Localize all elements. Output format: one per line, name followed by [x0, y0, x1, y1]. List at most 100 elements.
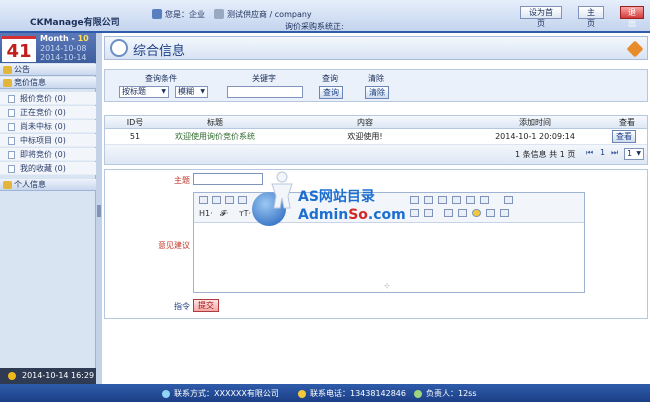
company-name: CKManage有限公司: [30, 18, 120, 28]
prev-page-icon[interactable]: ⏮: [586, 148, 593, 158]
unordered-list-icon[interactable]: [424, 196, 433, 204]
redo-icon[interactable]: [238, 196, 247, 204]
info-icon: [110, 39, 128, 57]
table-icon[interactable]: [444, 209, 453, 217]
month-label: Month - 10: [40, 34, 89, 43]
footer-phone: 联系电话：13438142846: [298, 388, 406, 399]
flash-icon[interactable]: [424, 209, 433, 217]
keyword-input[interactable]: [227, 86, 303, 98]
system-label: 询价采购系统正:: [285, 22, 344, 31]
person-small-icon: [414, 389, 422, 398]
main-page-button[interactable]: 主页: [578, 6, 604, 28]
sidebar-section-bidding[interactable]: 竞价信息: [0, 77, 96, 89]
indent-icon[interactable]: [452, 196, 461, 204]
phone-icon: [298, 389, 306, 398]
suggestion-label: 意见建议: [158, 241, 190, 250]
special-char-icon[interactable]: [500, 209, 509, 217]
watermark-url: AdminSo.com: [298, 207, 406, 223]
top-bar: CKManage有限公司 您是：企业 测试供应商 / company 询价采购系…: [0, 0, 650, 33]
document-icon: [8, 109, 15, 117]
col-time: 添加时间: [519, 118, 551, 127]
footer-person: 负责人：12ss: [414, 388, 477, 399]
outdent-icon[interactable]: [438, 196, 447, 204]
ordered-list-icon[interactable]: [410, 196, 419, 204]
date-panel: 41 Month - 10 2014-10-08 2014-10-14: [0, 33, 96, 63]
field-select[interactable]: 按标题: [119, 86, 169, 98]
search-label: 查询: [322, 74, 338, 83]
print-icon[interactable]: [212, 196, 221, 204]
sidebar-item-favorites[interactable]: 我的收藏 (0): [0, 162, 96, 175]
font-dropdown[interactable]: 𝓕·: [220, 209, 228, 219]
row-id: 51: [129, 132, 141, 141]
sidebar-item-ongoing[interactable]: 正在竞价 (0): [0, 106, 96, 119]
sidebar-item-upcoming[interactable]: 即将竞价 (0): [0, 148, 96, 161]
next-page-icon[interactable]: ⏭: [611, 148, 618, 158]
submit-button[interactable]: 提交: [193, 299, 219, 312]
sidebar-item-quote-bidding[interactable]: 报价竞价 (0): [0, 92, 96, 105]
resize-grip-icon[interactable]: ⊹: [384, 282, 390, 290]
row-content: 欢迎使用!: [347, 132, 383, 141]
document-icon: [8, 137, 15, 145]
image-icon[interactable]: [410, 209, 419, 217]
folder-icon: [3, 66, 12, 74]
folder-icon: [3, 181, 12, 189]
superscript-icon[interactable]: [480, 196, 489, 204]
document-icon: [8, 151, 15, 159]
site-watermark: AS网站目录 AdminSo.com: [250, 166, 410, 238]
page-header: 综合信息: [104, 36, 648, 60]
collapse-handle[interactable]: [97, 205, 101, 217]
role-label: 您是：企业: [165, 9, 205, 19]
heading-dropdown[interactable]: H1·: [199, 209, 213, 218]
subscript-icon[interactable]: [466, 196, 475, 204]
hr-icon[interactable]: [458, 209, 467, 217]
undo-icon[interactable]: [225, 196, 234, 204]
row-title[interactable]: 欢迎使用询价竞价系统: [165, 129, 265, 145]
condition-label: 查询条件: [145, 74, 177, 83]
footer-contact: 联系方式：XXXXXX有限公司: [162, 388, 279, 399]
date-start: 2014-10-08: [40, 44, 87, 53]
link-icon[interactable]: [486, 209, 495, 217]
date-end: 2014-10-14: [40, 53, 87, 62]
pager-info: 1 条信息 共 1 页: [515, 150, 576, 159]
sidebar-item-not-won[interactable]: 尚未中标 (0): [0, 120, 96, 133]
keyword-label: 关键字: [252, 74, 276, 83]
page-title: 综合信息: [133, 44, 186, 59]
table-row: 51 欢迎使用询价竞价系统 欢迎使用! 2014-10-1 20:09:14 查…: [105, 129, 647, 145]
table-header: ID号 标题 内容 添加时间 查看: [105, 116, 647, 129]
user-info: 您是：企业 测试供应商 / company 询价采购系统正:: [152, 8, 344, 31]
clear-label: 清除: [368, 74, 384, 83]
pager: 1 条信息 共 1 页 ⏮ 1 ⏭ 1: [105, 145, 647, 164]
sidebar-section-announcement[interactable]: 公告: [0, 64, 96, 76]
clear-button[interactable]: 清除: [365, 86, 389, 99]
sidebar-item-won[interactable]: 中标项目 (0): [0, 134, 96, 147]
command-label: 指令: [174, 302, 190, 311]
col-title: 标题: [207, 118, 223, 127]
logout-button[interactable]: 退出: [620, 6, 644, 28]
sidebar-section-personal[interactable]: 个人信息: [0, 179, 96, 191]
page-select[interactable]: 1: [624, 148, 644, 160]
globe-small-icon: [162, 389, 170, 398]
settings-icon[interactable]: [626, 40, 644, 58]
sidebar: 41 Month - 10 2014-10-08 2014-10-14 公告 竞…: [0, 33, 96, 384]
match-mode-select[interactable]: 模糊: [175, 86, 208, 98]
current-page: 1: [600, 148, 606, 157]
watermark-title: AS网站目录: [298, 189, 375, 205]
row-time: 2014-10-1 20:09:14: [495, 132, 575, 141]
company-icon: [214, 9, 224, 19]
view-button[interactable]: 查看: [612, 130, 636, 143]
emoticon-icon[interactable]: [472, 209, 481, 217]
document-icon: [8, 165, 15, 173]
person-icon: [271, 171, 293, 209]
supplier-label: 测试供应商 / company: [227, 9, 312, 19]
info-table: ID号 标题 内容 添加时间 查看 51 欢迎使用询价竞价系统 欢迎使用! 20…: [104, 115, 648, 165]
footer: 联系方式：XXXXXX有限公司 联系电话：13438142846 负责人：12s…: [0, 384, 650, 402]
set-homepage-button[interactable]: 设为首页: [520, 6, 562, 28]
folder-open-icon: [3, 79, 12, 87]
document-icon: [8, 95, 15, 103]
calendar-day: 41: [2, 36, 36, 62]
search-button[interactable]: 查询: [319, 86, 343, 99]
source-icon[interactable]: [199, 196, 208, 204]
col-id: ID号: [126, 118, 144, 127]
select-all-icon[interactable]: [504, 196, 513, 204]
user-icon: [152, 9, 162, 19]
